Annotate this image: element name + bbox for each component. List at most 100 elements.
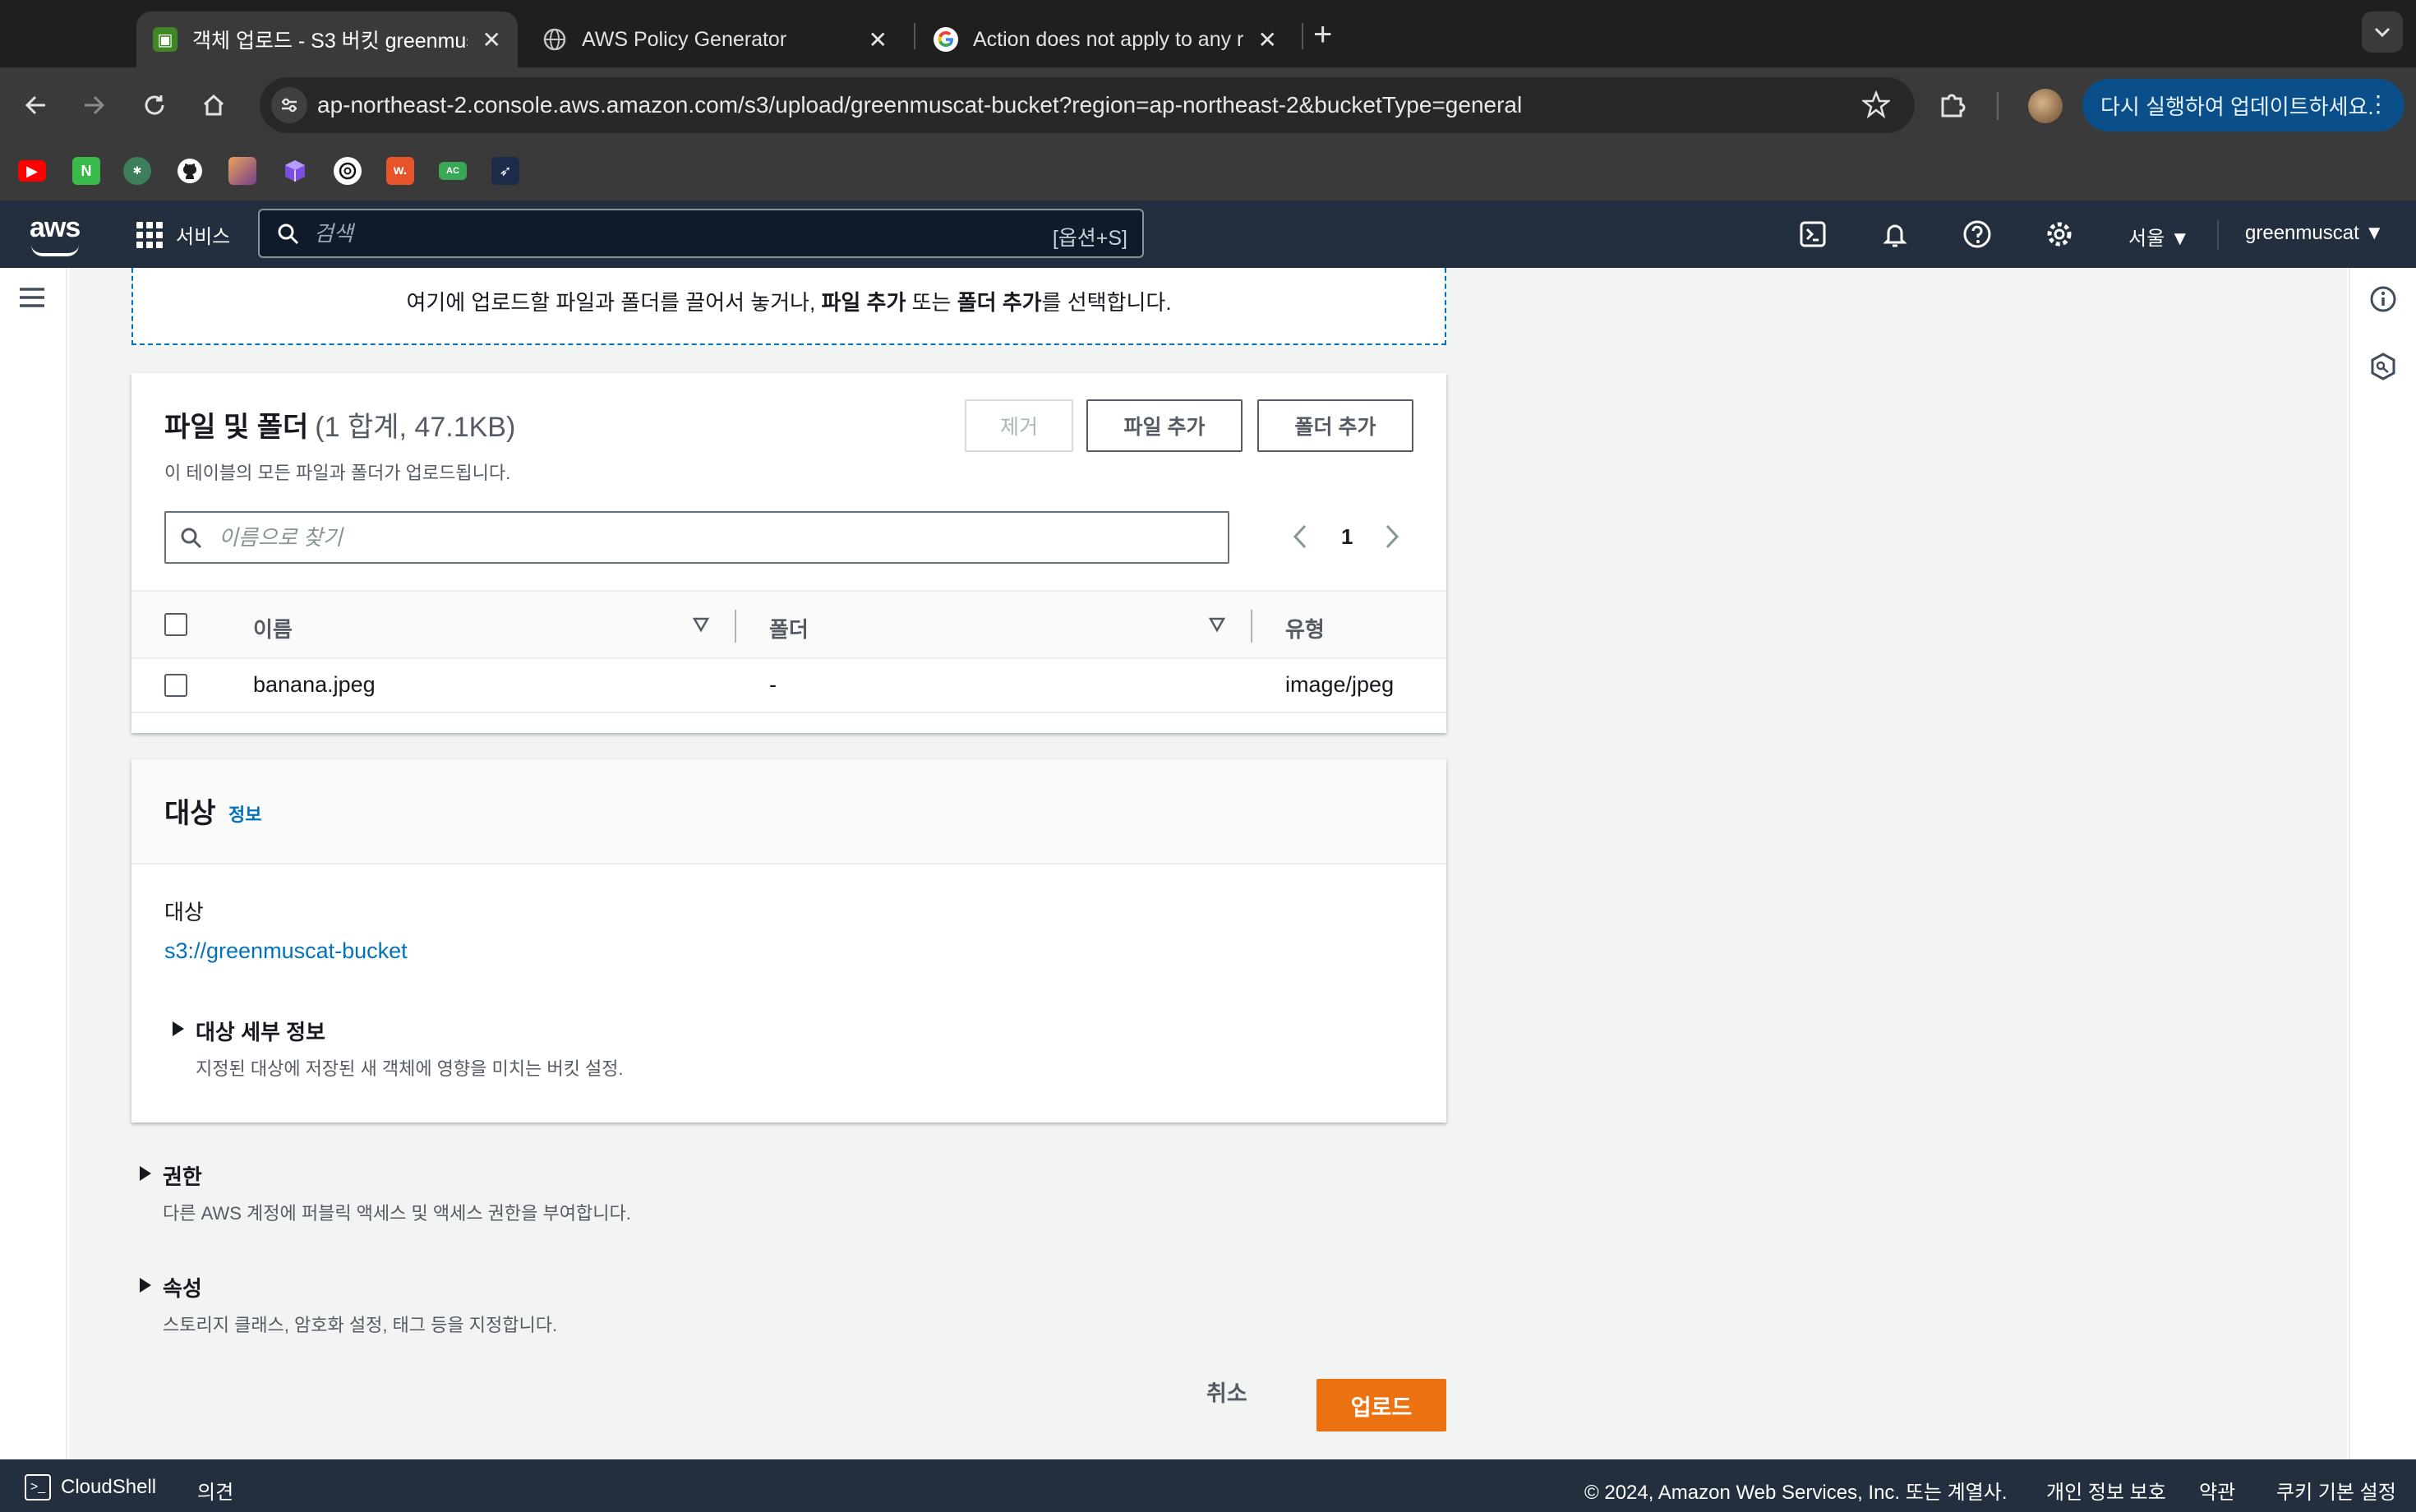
- aws-logo[interactable]: aws: [30, 212, 81, 256]
- file-type-cell: image/jpeg: [1285, 672, 1395, 697]
- destination-details-expander[interactable]: 대상 세부 정보 지정된 대상에 저장된 새 객체에 영향을 미치는 버킷 설정…: [173, 1016, 624, 1081]
- search-icon: [179, 526, 204, 555]
- chevron-right-icon[interactable]: [1382, 523, 1402, 555]
- bird-icon[interactable]: ➶: [491, 157, 519, 185]
- account-menu[interactable]: greenmuscat ▼: [2245, 222, 2384, 245]
- bookmark-star-icon[interactable]: [1860, 90, 1892, 122]
- search-input[interactable]: [314, 217, 971, 250]
- filter-input[interactable]: [219, 521, 1205, 554]
- cancel-button[interactable]: 취소: [1206, 1376, 1247, 1408]
- back-arrow-icon[interactable]: [16, 85, 56, 125]
- column-resizer[interactable]: [735, 610, 736, 643]
- browser-tab-bar: ▣ 객체 업로드 - S3 버킷 greenmuscat ✕ AWS Polic…: [0, 0, 2416, 67]
- cookie-preferences-link[interactable]: 쿠키 기본 설정: [2276, 1476, 2396, 1505]
- destination-info-link[interactable]: 정보: [228, 800, 261, 827]
- forward-arrow-icon[interactable]: [74, 85, 113, 125]
- upload-button[interactable]: 업로드: [1316, 1379, 1446, 1431]
- aws-logo-text: aws: [30, 212, 81, 243]
- close-icon[interactable]: ✕: [869, 26, 888, 53]
- remove-button[interactable]: 제거: [965, 399, 1073, 452]
- chatgpt-like-icon[interactable]: ✱: [123, 157, 151, 185]
- site-settings-icon[interactable]: [271, 87, 307, 123]
- destination-s3-link[interactable]: s3://greenmuscat-bucket: [164, 938, 408, 964]
- side-navigation-rail: [0, 268, 67, 1459]
- menu-hamburger-icon[interactable]: [18, 286, 46, 309]
- cloudshell-footer-button[interactable]: >_ CloudShell: [25, 1474, 156, 1500]
- ac-icon[interactable]: AC: [439, 162, 467, 180]
- drop-text-before: 여기에 업로드할 파일과 폴더를 끌어서 놓거나,: [406, 290, 822, 315]
- column-header-type[interactable]: 유형: [1285, 613, 1325, 643]
- tab-divider: [1302, 23, 1303, 49]
- permissions-expander[interactable]: 권한 다른 AWS 계정에 퍼블릭 액세스 및 액세스 권한을 부여합니다.: [140, 1160, 631, 1225]
- new-tab-button[interactable]: +: [1313, 15, 1332, 54]
- photo-icon[interactable]: [228, 157, 256, 185]
- bookmarks-bar: ▶ N ✱ w. AC ➶: [0, 143, 2416, 201]
- services-menu-button[interactable]: 서비스: [136, 220, 230, 249]
- destination-header: 대상 정보: [131, 759, 1446, 864]
- add-files-button[interactable]: 파일 추가: [1086, 399, 1243, 452]
- search-shortcut-hint: [옵션+S]: [1052, 227, 1127, 250]
- extensions-puzzle-icon[interactable]: [1938, 89, 1969, 124]
- row-checkbox[interactable]: [164, 674, 187, 697]
- tools-panel-rail: [2349, 268, 2416, 1459]
- aws-search-box[interactable]: [옵션+S]: [258, 209, 1144, 258]
- tab-divider: [914, 23, 915, 49]
- cube-icon[interactable]: [281, 157, 309, 185]
- properties-title: 속성: [163, 1276, 202, 1301]
- tab-search-chevron-icon[interactable]: [2362, 12, 2403, 53]
- current-page[interactable]: 1: [1341, 524, 1353, 550]
- notion-icon[interactable]: N: [72, 157, 100, 185]
- column-header-folder[interactable]: 폴더: [769, 613, 809, 643]
- sort-triangle-icon[interactable]: [1208, 616, 1226, 637]
- caret-right-icon: [173, 1021, 184, 1036]
- close-icon[interactable]: ✕: [482, 26, 501, 53]
- feedback-link[interactable]: 의견: [197, 1476, 233, 1505]
- name-filter[interactable]: [164, 511, 1229, 564]
- file-drop-zone[interactable]: 여기에 업로드할 파일과 폴더를 끌어서 놓거나, 파일 추가 또는 폴더 추가…: [131, 268, 1446, 345]
- youtube-icon[interactable]: ▶: [18, 160, 46, 182]
- settings-gear-icon[interactable]: [2043, 218, 2076, 251]
- w-icon[interactable]: w.: [386, 157, 414, 185]
- security-shield-icon[interactable]: [2368, 352, 2398, 381]
- info-icon[interactable]: [2368, 284, 2398, 314]
- column-resizer[interactable]: [1251, 610, 1252, 643]
- caret-right-icon: [140, 1166, 151, 1181]
- aws-smile-icon: [31, 245, 79, 256]
- reload-icon[interactable]: [135, 85, 174, 125]
- home-icon[interactable]: [194, 85, 233, 125]
- terms-link[interactable]: 약관: [2199, 1476, 2235, 1505]
- privacy-link[interactable]: 개인 정보 보호: [2046, 1476, 2166, 1505]
- region-selector[interactable]: 서울 ▼: [2128, 222, 2190, 251]
- tab-policy-generator[interactable]: AWS Policy Generator ✕: [526, 12, 904, 67]
- tab-action-does-not-apply[interactable]: Action does not apply to any resources ✕: [917, 12, 1293, 67]
- table-header: 이름 폴더 유형: [131, 590, 1446, 659]
- tab-title: 객체 업로드 - S3 버킷 greenmuscat: [192, 30, 468, 53]
- properties-expander[interactable]: 속성 스토리지 클래스, 암호화 설정, 태그 등을 지정합니다.: [140, 1272, 557, 1337]
- notifications-bell-icon[interactable]: [1879, 218, 1911, 251]
- more-vert-icon[interactable]: ⋮: [2367, 92, 2390, 117]
- openai-icon[interactable]: [334, 157, 362, 185]
- update-chrome-button[interactable]: 다시 실행하여 업데이트하세요. ⋮: [2082, 79, 2404, 131]
- select-all-checkbox[interactable]: [164, 613, 187, 636]
- files-panel-description: 이 테이블의 모든 파일과 폴더가 업로드됩니다.: [164, 463, 511, 483]
- url-text: ap-northeast-2.console.aws.amazon.com/s3…: [317, 92, 1523, 118]
- pagination: 1: [1290, 516, 1413, 559]
- cloudshell-icon[interactable]: [1796, 218, 1829, 251]
- console-footer: >_ CloudShell 의견 © 2024, Amazon Web Serv…: [0, 1459, 2416, 1512]
- help-icon[interactable]: [1961, 218, 1994, 251]
- column-header-name[interactable]: 이름: [253, 613, 293, 643]
- sort-triangle-icon[interactable]: [692, 616, 710, 637]
- add-folder-button[interactable]: 폴더 추가: [1257, 399, 1413, 452]
- permissions-title: 권한: [163, 1164, 202, 1189]
- tab-s3-upload[interactable]: ▣ 객체 업로드 - S3 버킷 greenmuscat ✕: [136, 12, 518, 67]
- table-row: banana.jpeg - image/jpeg: [131, 659, 1446, 713]
- chevron-left-icon[interactable]: [1290, 523, 1310, 555]
- profile-avatar[interactable]: [2028, 89, 2063, 123]
- files-count: (1 합계, 47.1KB): [315, 412, 516, 443]
- close-icon[interactable]: ✕: [1258, 26, 1277, 53]
- github-icon[interactable]: [176, 157, 204, 185]
- address-bar[interactable]: ap-northeast-2.console.aws.amazon.com/s3…: [260, 77, 1915, 133]
- update-label: 다시 실행하여 업데이트하세요.: [2100, 94, 2374, 119]
- cloudshell-icon: >_: [25, 1474, 51, 1500]
- destination-label: 대상: [164, 900, 204, 924]
